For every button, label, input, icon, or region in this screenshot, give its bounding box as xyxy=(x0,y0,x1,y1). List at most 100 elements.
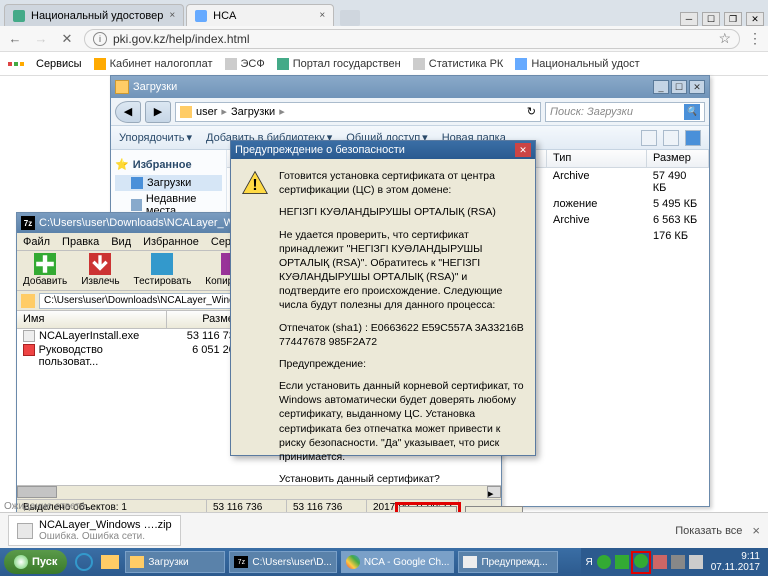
restore-icon[interactable]: ❐ xyxy=(724,12,742,26)
close-icon[interactable]: ✕ xyxy=(515,143,531,157)
menu-fav[interactable]: Избранное xyxy=(143,236,199,248)
svg-text:!: ! xyxy=(252,177,257,194)
add-button[interactable]: Добавить xyxy=(23,253,67,288)
start-button[interactable]: Пуск xyxy=(4,550,67,574)
window-title: Загрузки xyxy=(133,81,177,93)
bookmark-item[interactable]: Статистика РК xyxy=(413,58,504,70)
bookmark-star-icon[interactable]: ☆ xyxy=(718,30,731,47)
dialog-titlebar[interactable]: Предупреждение о безопасности ✕ xyxy=(231,141,535,159)
tray-highlighted xyxy=(633,553,649,572)
search-input[interactable]: Поиск: Загрузки 🔍 xyxy=(545,102,705,122)
extract-button[interactable]: Извлечь xyxy=(81,253,119,288)
close-icon[interactable]: ✕ xyxy=(689,80,705,94)
volume-icon[interactable] xyxy=(689,555,703,569)
maximize-icon[interactable]: ☐ xyxy=(702,12,720,26)
close-icon[interactable]: ✕ xyxy=(746,12,764,26)
stop-button[interactable]: ✕ xyxy=(58,30,76,48)
back-button[interactable]: ← xyxy=(6,30,24,48)
site-info-icon[interactable]: i xyxy=(93,32,107,46)
url-text: pki.gov.kz/help/index.html xyxy=(113,32,250,46)
bookmark-item[interactable]: Национальный удост xyxy=(515,58,639,70)
close-icon[interactable]: × xyxy=(169,10,175,21)
forward-button[interactable]: → xyxy=(32,30,50,48)
menu-view[interactable]: Вид xyxy=(111,236,131,248)
taskbar: Пуск Загрузки 7zC:\Users\user\D... NCA -… xyxy=(0,548,768,576)
taskbar-task[interactable]: Загрузки xyxy=(125,551,225,573)
folder-icon xyxy=(21,294,35,308)
browser-tab-2[interactable]: НCA × xyxy=(186,4,334,26)
minimize-icon[interactable]: ─ xyxy=(680,12,698,26)
chrome-urlbar: ← → ✕ i pki.gov.kz/help/index.html ☆ ⋮ xyxy=(0,26,768,52)
bookmark-item[interactable]: Кабинет налогоплат xyxy=(94,58,213,70)
windows-icon xyxy=(14,555,28,569)
download-shelf: NCALayer_Windows ….zip Ошибка. Ошибка се… xyxy=(0,512,768,548)
sidebar-item-downloads[interactable]: Загрузки xyxy=(115,175,222,191)
favorites-group[interactable]: ⭐ Избранное xyxy=(115,158,222,171)
bookmarks-bar: Сервисы Кабинет налогоплат ЭСФ Портал го… xyxy=(0,52,768,76)
dialog-text: Готовится установка сертификата от центр… xyxy=(279,169,525,197)
new-tab-button[interactable] xyxy=(340,10,360,26)
taskbar-task[interactable]: 7zC:\Users\user\D... xyxy=(229,551,336,573)
refresh-icon[interactable]: ↻ xyxy=(527,105,536,118)
file-icon xyxy=(17,523,33,539)
explorer-titlebar[interactable]: Загрузки _ ☐ ✕ xyxy=(111,76,709,98)
help-icon[interactable] xyxy=(685,130,701,146)
dialog-text: Предупреждение: xyxy=(279,357,525,371)
address-bar[interactable]: i pki.gov.kz/help/index.html ☆ xyxy=(84,29,740,49)
dialog-text: Установить данный сертификат? xyxy=(279,472,525,486)
view-icon[interactable] xyxy=(641,130,657,146)
browser-tab-1[interactable]: Национальный удостовер × xyxy=(4,4,184,26)
chrome-tabbar: Национальный удостовер × НCA × ─ ☐ ❐ ✕ xyxy=(0,0,768,26)
minimize-icon[interactable]: _ xyxy=(653,80,669,94)
clock[interactable]: 9:11 07.11.2017 xyxy=(707,551,764,573)
dialog-text: Не удается проверить, что сертификат при… xyxy=(279,228,525,313)
tray-icon[interactable] xyxy=(653,555,667,569)
chrome-menu-icon[interactable]: ⋮ xyxy=(748,30,762,47)
download-filename: NCALayer_Windows ….zip xyxy=(39,519,172,531)
col-type[interactable]: Тип xyxy=(547,150,647,167)
show-all-button[interactable]: Показать все xyxy=(675,525,742,537)
close-icon[interactable]: × xyxy=(319,10,325,21)
breadcrumb[interactable]: user▸ Загрузки▸ ↻ xyxy=(175,102,541,122)
test-button[interactable]: Тестировать xyxy=(134,253,192,288)
ie-icon[interactable] xyxy=(73,551,95,573)
folder-icon xyxy=(115,80,129,94)
tray-icon[interactable] xyxy=(615,555,629,569)
dialog-text: Отпечаток (sha1) : E0663622 E59C557A 3A3… xyxy=(279,321,525,349)
preview-icon[interactable] xyxy=(663,130,679,146)
dialog-title: Предупреждение о безопасности xyxy=(235,144,405,156)
forward-button[interactable]: ▶ xyxy=(145,101,171,123)
tray-icon[interactable] xyxy=(597,555,611,569)
dialog-text: Если установить данный корневой сертифик… xyxy=(279,379,525,464)
tray-icon[interactable] xyxy=(634,554,648,568)
dialog-text: НЕГІЗГІ КУӘЛАНДЫРУШЫ ОРТАЛЫҚ (RSA) xyxy=(279,205,525,219)
apps-icon[interactable] xyxy=(8,62,24,66)
tab-title: Национальный удостовер xyxy=(31,10,163,22)
search-icon[interactable]: 🔍 xyxy=(684,104,700,120)
menu-file[interactable]: Файл xyxy=(23,236,50,248)
organize-button[interactable]: Упорядочить ▾ xyxy=(119,131,192,144)
tray-icon[interactable] xyxy=(671,555,685,569)
bookmark-item[interactable]: ЭСФ xyxy=(225,58,265,70)
download-error: Ошибка. Ошибка сети. xyxy=(39,531,172,542)
col-name[interactable]: Имя xyxy=(17,311,167,328)
bookmark-item[interactable]: Портал государствен xyxy=(277,58,401,70)
lang-indicator[interactable]: Я xyxy=(585,557,592,568)
download-item[interactable]: NCALayer_Windows ….zip Ошибка. Ошибка се… xyxy=(8,515,181,546)
apps-label: Сервисы xyxy=(36,58,82,70)
sevenzip-icon: 7z xyxy=(21,216,35,230)
warning-icon: ! xyxy=(241,169,269,197)
status-text: Ожидание ответа… xyxy=(4,501,95,512)
tab-title: НCA xyxy=(213,10,236,22)
maximize-icon[interactable]: ☐ xyxy=(671,80,687,94)
security-warning-dialog: Предупреждение о безопасности ✕ ! Готови… xyxy=(230,140,536,456)
explorer-icon[interactable] xyxy=(99,551,121,573)
close-shelf-icon[interactable]: × xyxy=(752,523,760,538)
menu-edit[interactable]: Правка xyxy=(62,236,99,248)
taskbar-task[interactable]: NCA - Google Ch... xyxy=(341,551,455,573)
back-button[interactable]: ◀ xyxy=(115,101,141,123)
taskbar-task[interactable]: Предупрежд... xyxy=(458,551,558,573)
favicon-icon xyxy=(195,10,207,22)
folder-icon xyxy=(180,106,192,118)
col-size[interactable]: Размер xyxy=(647,150,709,167)
